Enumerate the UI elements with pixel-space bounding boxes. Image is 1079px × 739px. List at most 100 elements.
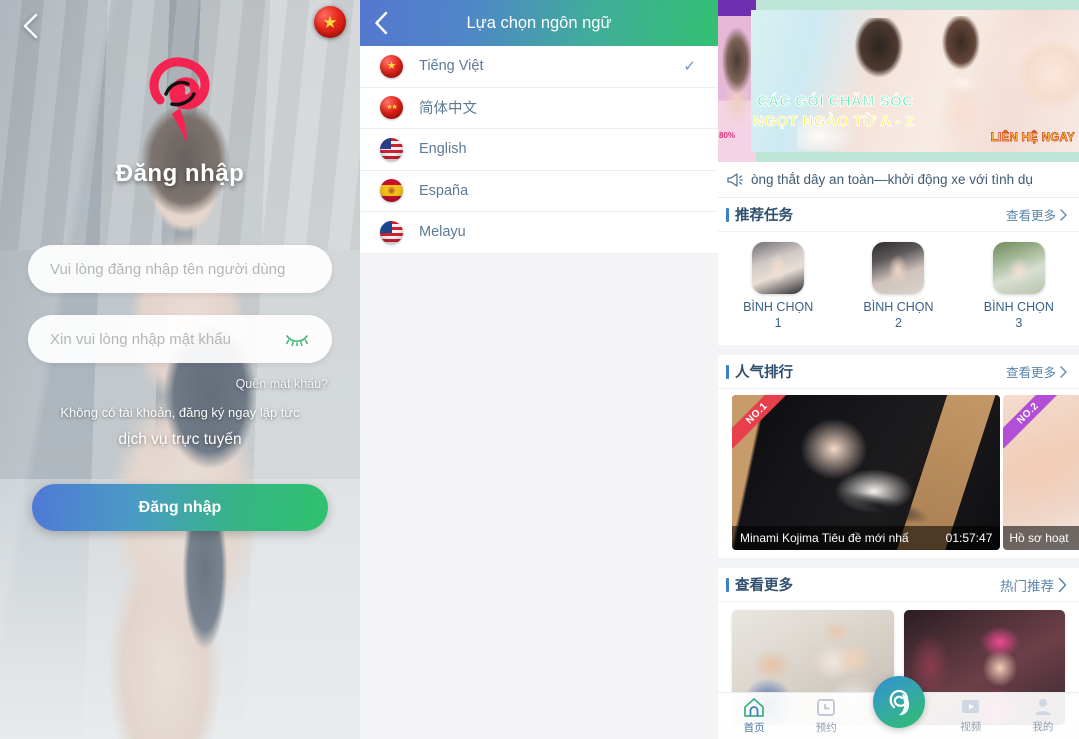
login-title: Đăng nhập <box>115 160 245 187</box>
rank-badge-label: NO.2 <box>1003 395 1064 449</box>
chevron-right-icon <box>1058 577 1067 592</box>
recommended-tasks-list: BÌNH CHỌN 1 BÌNH CHỌN 2 BÌNH CHỌN 3 <box>718 232 1079 346</box>
banner-cta: LIÊN HỆ NGAY <box>990 132 1075 145</box>
calendar-icon <box>817 699 836 716</box>
section-accent-bar <box>726 207 729 222</box>
password-input[interactable] <box>50 330 284 348</box>
bottom-tab-bar: 首页 预约 视频 我的 <box>718 676 1079 739</box>
language-item-malay[interactable]: Melayu <box>360 212 718 254</box>
rank-card-title: Minami Kojima Tiêu đề mới nhấ <box>740 531 909 546</box>
banner-headline-2: NGỌT NGÀO TỪ A - Z <box>753 113 915 131</box>
username-field[interactable] <box>28 245 332 293</box>
language-panel: Lựa chọn ngôn ngữ ★ Tiếng Việt ✓ ★★ 简体中文… <box>360 0 718 739</box>
popularity-ranking-list: NO.1 Minami Kojima Tiêu đề mới nhấ 01:57… <box>718 389 1079 559</box>
more-label: 查看更多 <box>1005 209 1056 223</box>
popularity-ranking-section: 人气排行 查看更多 NO.1 Minami Kojima Tiêu đề mới… <box>718 355 1079 559</box>
rose-logo-icon[interactable] <box>872 676 925 728</box>
task-label: BÌNH CHỌN 1 <box>743 300 814 330</box>
task-item-1[interactable]: BÌNH CHỌN 1 <box>718 242 838 331</box>
recommended-tasks-header: 推荐任务 查看更多 <box>718 198 1079 232</box>
rose-logo-icon <box>136 48 224 157</box>
section-title: 推荐任务 <box>735 208 793 224</box>
login-back-button[interactable] <box>12 8 48 44</box>
tab-home[interactable]: 首页 <box>718 693 790 735</box>
flag-vietnam-icon: ★ <box>380 54 403 78</box>
tab-video[interactable]: 视频 <box>935 693 1007 734</box>
tab-center-logo[interactable] <box>862 676 934 728</box>
promo-banner[interactable]: 80% CÁC GÓI CHĂM SÓC NGỌT NGÀO TỪ A - Z … <box>718 0 1079 162</box>
rank-card-primary[interactable]: NO.1 Minami Kojima Tiêu đề mới nhấ 01:57… <box>732 395 1001 551</box>
popularity-ranking-more-link[interactable]: 查看更多 <box>1006 362 1067 381</box>
chevron-right-icon <box>1060 366 1067 378</box>
tab-label: 视频 <box>960 721 982 733</box>
more-label: 查看更多 <box>1005 366 1056 381</box>
chevron-left-icon <box>23 13 38 39</box>
language-back-button[interactable] <box>374 11 388 35</box>
username-input[interactable] <box>50 260 310 278</box>
tab-booking[interactable]: 预约 <box>790 693 862 735</box>
language-item-spanish[interactable]: ◉ España <box>360 170 718 212</box>
task-thumbnail <box>992 242 1045 294</box>
language-item-vietnamese[interactable]: ★ Tiếng Việt ✓ <box>360 46 718 88</box>
language-header: Lựa chọn ngôn ngữ <box>360 0 718 46</box>
forgot-password-link[interactable]: Quên mật khẩu? <box>32 377 328 391</box>
section-divider <box>718 345 1079 356</box>
video-icon <box>962 700 980 713</box>
home-icon <box>744 698 764 717</box>
tab-label: 我的 <box>1032 721 1054 733</box>
language-item-label: España <box>419 182 469 199</box>
rank-card-duration: 01:57:47 <box>945 531 993 546</box>
banner-side-promo: 80% <box>719 131 736 140</box>
tab-profile[interactable]: 我的 <box>1007 693 1079 734</box>
register-link[interactable]: Không có tài khoản, đăng ký ngay lập tức <box>0 405 360 420</box>
task-thumbnail <box>872 242 925 294</box>
more-label: 热门推荐 <box>1000 578 1054 594</box>
check-icon: ✓ <box>683 58 696 76</box>
language-item-chinese[interactable]: ★★ 简体中文 <box>360 87 718 129</box>
language-title: Lựa chọn ngôn ngữ <box>466 13 612 32</box>
app-home-panel: 80% CÁC GÓI CHĂM SÓC NGỌT NGÀO TỪ A - Z … <box>718 0 1079 739</box>
popularity-ranking-header: 人气排行 查看更多 <box>718 355 1079 390</box>
banner-headline-1: CÁC GÓI CHĂM SÓC <box>756 93 914 111</box>
banner-image: CÁC GÓI CHĂM SÓC NGỌT NGÀO TỪ A - Z LIÊN… <box>751 10 1079 152</box>
section-accent-bar <box>726 364 729 379</box>
task-label: BÌNH CHỌN 2 <box>863 300 934 330</box>
section-accent-bar <box>726 577 729 592</box>
hot-recommend-link[interactable]: 热门推荐 <box>1000 575 1067 595</box>
task-item-2[interactable]: BÌNH CHỌN 2 <box>838 242 958 331</box>
flag-spain-icon: ◉ <box>380 179 403 203</box>
app-screen: ★ Đăng nhập Vui lòng đăng nhập tên người… <box>0 0 1079 739</box>
megaphone-icon <box>727 172 743 187</box>
login-submit-button[interactable]: Đăng nhập <box>32 484 328 531</box>
view-more-header: 查看更多 热门推荐 <box>718 568 1079 603</box>
language-item-label: Tiếng Việt <box>419 58 484 75</box>
language-switch-button[interactable]: ★ <box>314 6 346 38</box>
language-list-empty-area <box>360 253 718 739</box>
tab-label: 预约 <box>815 722 837 734</box>
chevron-right-icon <box>1060 208 1067 221</box>
recommended-tasks-section: 推荐任务 查看更多 BÌNH CHỌN 1 BÌNH CHỌN 2 BÌNH C… <box>718 198 1079 346</box>
section-divider <box>718 558 1079 569</box>
section-title: 人气排行 <box>735 365 793 382</box>
rank-card-title: Hồ sơ hoạt <box>1003 526 1079 551</box>
rank-badge: NO.2 <box>1003 395 1064 455</box>
password-field[interactable] <box>28 315 332 363</box>
vietnam-flag-icon: ★ <box>322 12 338 32</box>
task-item-3[interactable]: BÌNH CHỌN 3 <box>959 242 1079 331</box>
task-thumbnail <box>752 242 805 294</box>
task-label: BÌNH CHỌN 3 <box>983 300 1054 330</box>
login-form: Quên mật khẩu? Không có tài khoản, đăng … <box>0 245 360 449</box>
flag-malaysia-icon <box>380 220 403 244</box>
language-item-label: English <box>419 141 467 158</box>
language-list: ★ Tiếng Việt ✓ ★★ 简体中文 English ◉ España … <box>360 46 718 254</box>
announcement-bar[interactable]: òng thắt dây an toàn—khởi động xe với tì… <box>718 162 1079 198</box>
announcement-text: òng thắt dây an toàn—khởi động xe với tì… <box>751 172 1033 187</box>
rank-card-secondary[interactable]: NO.2 Hồ sơ hoạt <box>1003 395 1079 551</box>
recommended-tasks-more-link[interactable]: 查看更多 <box>1006 205 1067 224</box>
user-icon <box>1035 699 1051 715</box>
online-service-link[interactable]: dịch vụ trực tuyến <box>0 431 360 449</box>
language-item-label: Melayu <box>419 224 466 241</box>
language-item-english[interactable]: English <box>360 129 718 171</box>
chevron-left-icon <box>375 11 388 35</box>
eye-closed-icon[interactable] <box>284 329 310 349</box>
